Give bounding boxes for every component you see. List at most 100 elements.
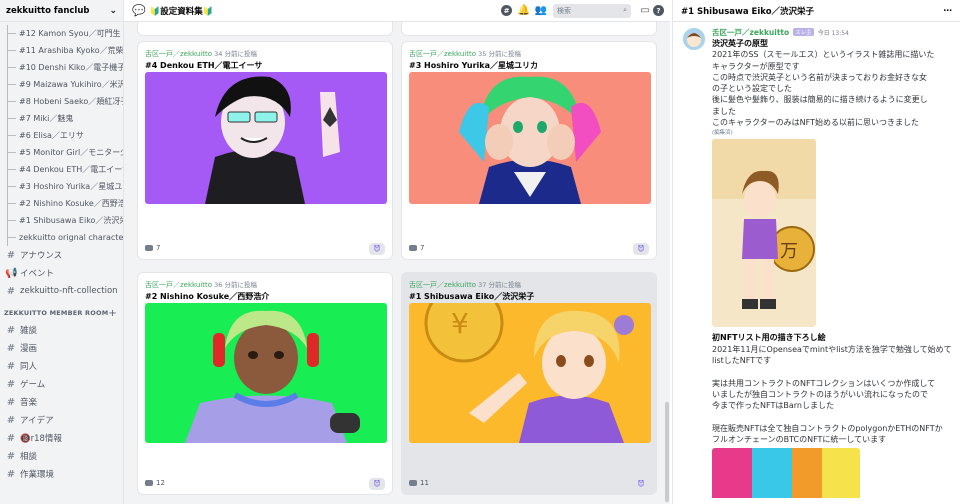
search-icon: ⌕ <box>623 6 627 14</box>
inbox-icon[interactable]: ▭ <box>637 5 653 16</box>
card-author[interactable]: 舌区一戸／zekkuitto <box>145 50 212 58</box>
forum-card[interactable]: 舌区一戸／zekkuitto 34 分前に投稿 #4 Denkou ETH／電工… <box>137 41 393 260</box>
thread-title: #1 Shibusawa Eiko／渋沢栄子 <box>681 6 815 17</box>
channel-sidebar: zekkuitto fanclub ⌄ #12 Kamon Syou／可門生 #… <box>0 0 124 504</box>
sidebar-thread-3[interactable]: #3 Hoshiro Yurika／星城ユリカ <box>0 178 123 195</box>
members-icon[interactable]: 👥 <box>533 5 549 16</box>
comment-icon <box>145 245 153 251</box>
reaction-emoji-icon[interactable]: 😈 <box>633 243 649 255</box>
channel-event[interactable]: 📢 イベント <box>0 264 123 282</box>
sidebar-thread-original[interactable]: zekkuitto orignal character <box>0 229 123 246</box>
card-time: 35 分前に投稿 <box>478 50 521 58</box>
scrollbar[interactable] <box>665 402 669 502</box>
channel-nft-collection[interactable]: # zekkuitto-nft-collection <box>0 282 123 300</box>
message-heading: 渋沢英子の原型 <box>712 39 768 48</box>
card-thumbnail <box>409 72 651 204</box>
card-title: #2 Nishino Kosuke／西野浩介 <box>145 292 270 301</box>
channel-game[interactable]: # ゲーム <box>0 375 123 393</box>
card-title: #1 Shibusawa Eiko／渋沢栄子 <box>409 292 535 301</box>
channel-idea[interactable]: # アイデア <box>0 411 123 429</box>
hash-icon: # <box>6 396 16 408</box>
card-time: 34 分前に投稿 <box>214 50 257 58</box>
comment-icon <box>145 480 153 486</box>
sidebar-thread-1[interactable]: #1 Shibusawa Eiko／渋沢栄子 <box>0 212 123 229</box>
forum-card[interactable]: 舌区一戸／zekkuitto 36 分前に投稿 #2 Nishino Kosuk… <box>137 272 393 495</box>
sidebar-thread-2[interactable]: #2 Nishino Kosuke／西野浩介 <box>0 195 123 212</box>
reaction-emoji-icon[interactable]: 😈 <box>369 243 385 255</box>
search-input[interactable]: 検索 ⌕ <box>553 3 631 18</box>
more-options-icon[interactable]: ⋯ <box>944 6 953 16</box>
hash-icon: # <box>6 468 16 480</box>
sidebar-thread-5[interactable]: #5 Monitor Girl／モニター少女 <box>0 144 123 161</box>
comment-count: 11 <box>420 479 429 487</box>
forum-header: 💬 🔰設定資料集🔰 # 🔔 👥 検索 ⌕ ▭ ? <box>124 0 670 22</box>
message-heading: 初NFTリスト用の描き下ろし絵 <box>712 333 826 343</box>
avatar[interactable] <box>683 28 705 50</box>
channel-r18[interactable]: # 🔞r18情報 <box>0 429 123 447</box>
svg-text:¥: ¥ <box>451 307 469 340</box>
hash-icon: # <box>6 414 16 426</box>
channel-sagyou[interactable]: # 作業環境 <box>0 465 123 483</box>
card-author[interactable]: 舌区一戸／zekkuitto <box>409 281 476 289</box>
message-text: 2021年のSS（スモールエス）というイラスト雑誌用に描いた キャラクターが原型… <box>712 50 935 128</box>
sidebar-thread-10[interactable]: #10 Denshi Kiko／電子機子 <box>0 59 123 76</box>
reaction-emoji-icon[interactable]: 😈 <box>369 478 385 490</box>
message-author[interactable]: 舌区一戸／zekkuitto <box>712 27 789 38</box>
channel-soudan[interactable]: # 相談 <box>0 447 123 465</box>
edited-label: (編集済) <box>712 130 733 137</box>
thread-panel: #1 Shibusawa Eiko／渋沢栄子 ⋯ 舌区一戸／zekkuitto … <box>672 0 960 504</box>
channel-announce[interactable]: # アナウンス <box>0 246 123 264</box>
card-time: 37 分前に投稿 <box>478 281 521 289</box>
forum-icon: 💬 <box>132 4 146 17</box>
card-stub <box>137 22 393 36</box>
server-name: zekkuitto fanclub <box>6 5 90 16</box>
forum-card[interactable]: 舌区一戸／zekkuitto 35 分前に投稿 #3 Hoshiro Yurik… <box>401 41 657 260</box>
card-title: #4 Denkou ETH／電工イーサ <box>145 61 263 70</box>
threads-icon[interactable]: # <box>501 5 512 16</box>
sidebar-thread-12[interactable]: #12 Kamon Syou／可門生 <box>0 25 123 42</box>
comment-icon <box>409 245 417 251</box>
sidebar-thread-6[interactable]: #6 Elisa／エリサ <box>0 127 123 144</box>
message-text: 2021年11月にOpenseaでmintやlist方法を独学で勉強して始めて … <box>712 344 952 445</box>
card-thumbnail <box>145 72 387 204</box>
image-attachment[interactable]: 万 <box>712 139 816 328</box>
card-thumbnail <box>145 303 387 443</box>
category-member-room[interactable]: ZEKKUITTO MEMBER ROOM + <box>0 305 123 321</box>
sidebar-thread-11[interactable]: #11 Arashiba Kyoko／荒柴恭子 <box>0 42 123 59</box>
add-channel-icon[interactable]: + <box>108 308 117 319</box>
channel-doujin[interactable]: # 同人 <box>0 357 123 375</box>
forum-title: 🔰設定資料集🔰 <box>149 6 214 17</box>
channel-manga[interactable]: # 漫画 <box>0 339 123 357</box>
chevron-down-icon[interactable]: ⌄ <box>109 6 117 16</box>
sidebar-thread-4[interactable]: #4 Denkou ETH／電工イーサ <box>0 161 123 178</box>
op-badge: スレ主 <box>793 28 814 36</box>
hash-icon: # <box>6 450 16 462</box>
hash-icon: # <box>6 360 16 372</box>
comment-icon <box>409 480 417 486</box>
forum-card-selected[interactable]: 舌区一戸／zekkuitto 37 分前に投稿 #1 Shibusawa Eik… <box>401 272 657 495</box>
sidebar-thread-7[interactable]: #7 Miki／魅鬼 <box>0 110 123 127</box>
card-author[interactable]: 舌区一戸／zekkuitto <box>145 281 212 289</box>
card-time: 36 分前に投稿 <box>214 281 257 289</box>
sidebar-thread-8[interactable]: #8 Hobeni Saeko／頬紅冴子 <box>0 93 123 110</box>
card-title: #3 Hoshiro Yurika／星城ユリカ <box>409 61 538 70</box>
card-author[interactable]: 舌区一戸／zekkuitto <box>409 50 476 58</box>
hash-icon: # <box>6 342 16 354</box>
card-stub <box>401 22 657 36</box>
sidebar-thread-9[interactable]: #9 Maizawa Yukihiro／米沢幸宏 <box>0 76 123 93</box>
message-time: 今日 13:54 <box>817 29 849 37</box>
help-icon[interactable]: ? <box>653 5 664 16</box>
bell-icon[interactable]: 🔔 <box>516 5 532 16</box>
forum-post-grid: 舌区一戸／zekkuitto 34 分前に投稿 #4 Denkou ETH／電工… <box>124 22 670 504</box>
reaction-emoji-icon[interactable]: 😈 <box>633 478 649 490</box>
comment-count: 7 <box>420 244 425 252</box>
channel-zatsudan[interactable]: # 雑談 <box>0 321 123 339</box>
hash-icon: # <box>6 249 16 261</box>
hash-icon: # <box>6 432 16 444</box>
image-attachment[interactable] <box>712 448 860 499</box>
hash-icon: # <box>6 324 16 336</box>
channel-music[interactable]: # 音楽 <box>0 393 123 411</box>
hash-icon: # <box>6 378 16 390</box>
server-header[interactable]: zekkuitto fanclub ⌄ <box>0 0 123 22</box>
channel-list: #12 Kamon Syou／可門生 #11 Arashiba Kyoko／荒柴… <box>0 22 123 483</box>
